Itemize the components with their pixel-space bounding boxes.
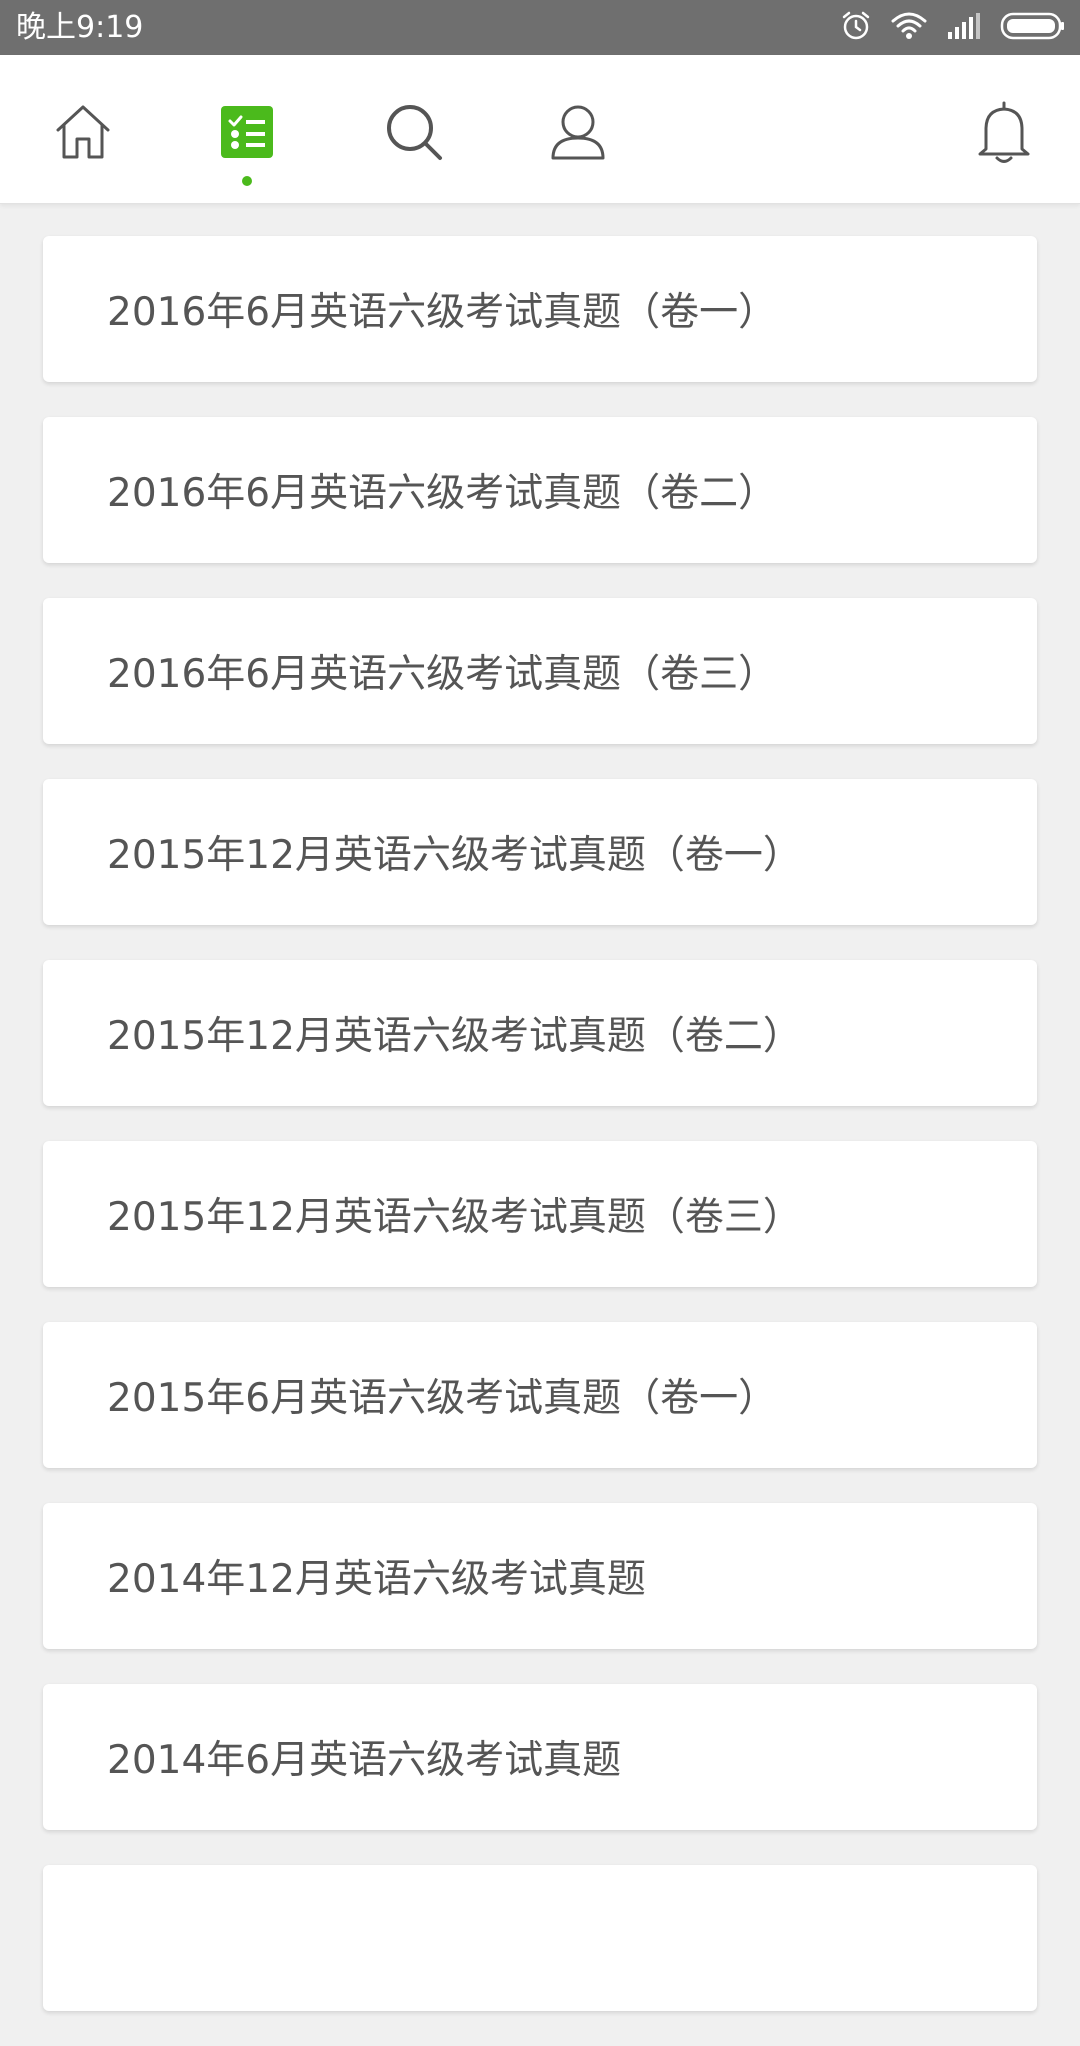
list-item-title: 2015年6月英语六级考试真题（卷一） [107,1376,778,1421]
battery-icon [1000,11,1066,45]
list-item[interactable]: 2016年6月英语六级考试真题（卷三） [43,598,1037,744]
user-icon [549,102,607,166]
alarm-icon [840,10,872,46]
home-icon [52,101,114,167]
active-tab-indicator [242,176,252,186]
status-icons [840,10,1066,46]
list-item[interactable]: 2015年6月英语六级考试真题（卷一） [43,1322,1037,1468]
list-item-title: 2016年6月英语六级考试真题（卷二） [107,471,778,516]
status-time: 晚上9:19 [16,10,144,45]
list-item[interactable]: 2014年12月英语六级考试真题 [43,1503,1037,1649]
top-nav-bar [0,55,1080,204]
list-item[interactable] [43,1865,1037,2011]
list-item[interactable]: 2015年12月英语六级考试真题（卷三） [43,1141,1037,1287]
list-item[interactable]: 2016年6月英语六级考试真题（卷一） [43,236,1037,382]
nav-notifications-button[interactable] [969,99,1039,169]
wifi-icon [890,11,928,45]
nav-profile-button[interactable] [543,99,613,169]
bell-icon [976,99,1032,169]
exam-paper-list: 2016年6月英语六级考试真题（卷一） 2016年6月英语六级考试真题（卷二） … [43,236,1037,2046]
list-item[interactable]: 2015年12月英语六级考试真题（卷一） [43,779,1037,925]
list-item-title: 2014年12月英语六级考试真题 [107,1557,646,1602]
list-item-title: 2015年12月英语六级考试真题（卷一） [107,833,802,878]
signal-icon [946,12,982,44]
status-bar: 晚上9:19 [0,0,1080,55]
list-item[interactable]: 2014年6月英语六级考试真题 [43,1684,1037,1830]
list-item-title: 2015年12月英语六级考试真题（卷二） [107,1014,802,1059]
list-item[interactable]: 2016年6月英语六级考试真题（卷二） [43,417,1037,563]
list-item-title: 2014年6月英语六级考试真题 [107,1738,622,1783]
list-item-title: 2016年6月英语六级考试真题（卷三） [107,652,778,697]
list-item-title: 2016年6月英语六级考试真题（卷一） [107,290,778,335]
nav-home-button[interactable] [48,99,118,169]
nav-exam-list-button[interactable] [212,99,282,169]
search-icon [384,102,444,166]
list-item-title: 2015年12月英语六级考试真题（卷三） [107,1195,802,1240]
checklist-icon [221,106,273,162]
nav-search-button[interactable] [379,99,449,169]
list-item[interactable]: 2015年12月英语六级考试真题（卷二） [43,960,1037,1106]
